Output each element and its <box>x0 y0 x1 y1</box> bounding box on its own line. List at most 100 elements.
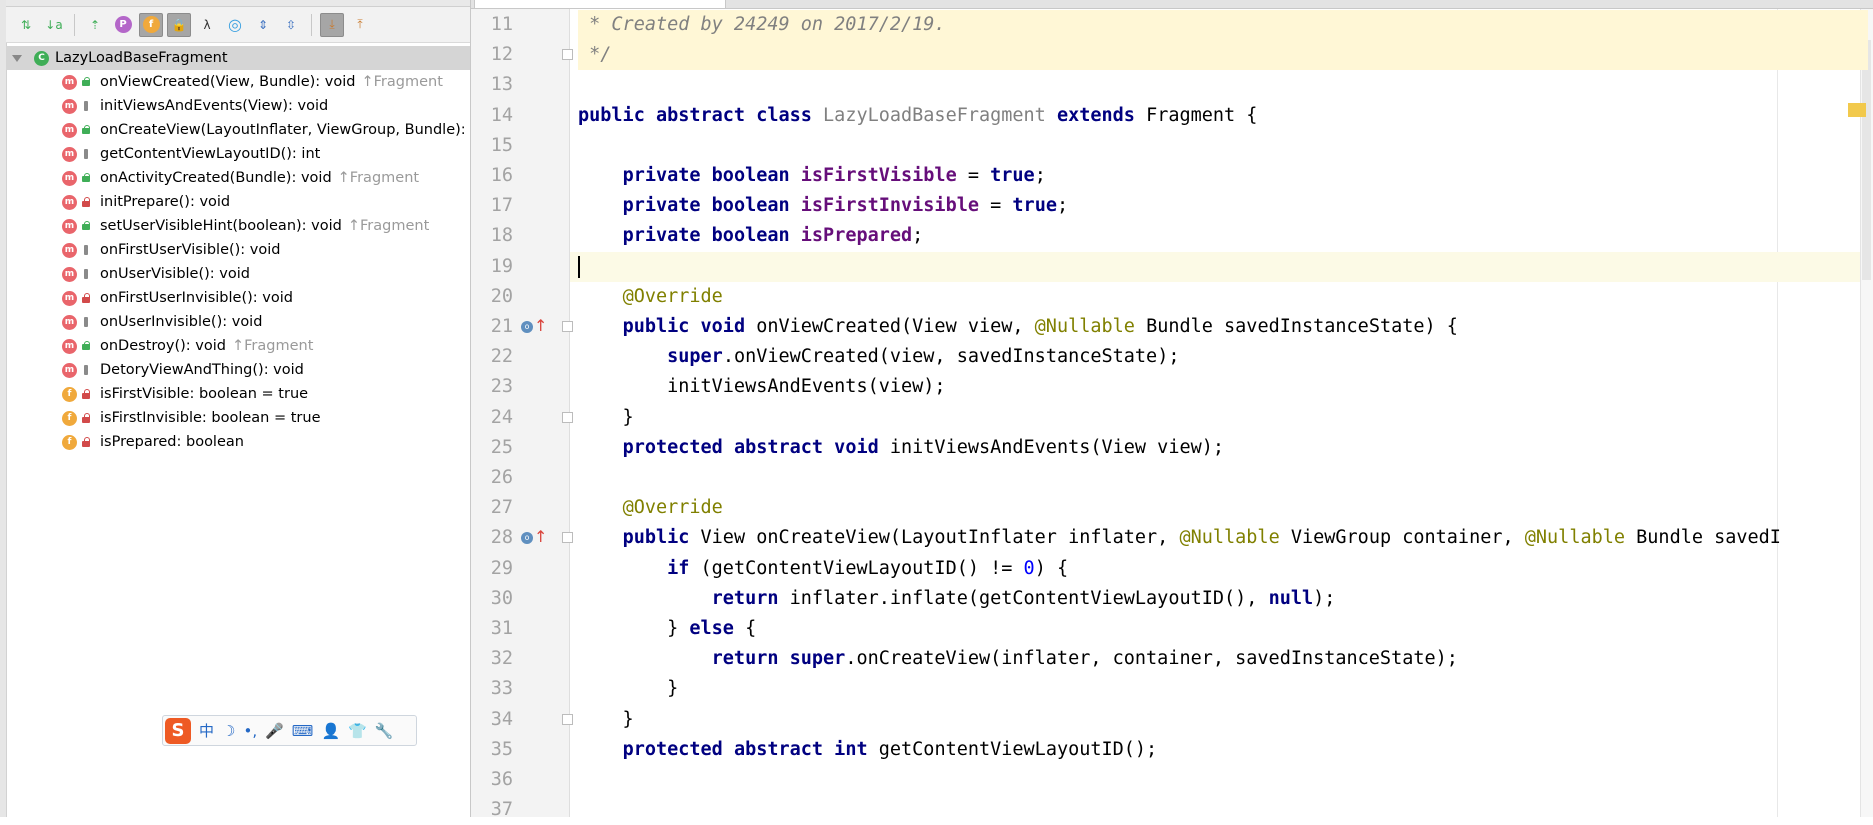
tree-item[interactable]: m onFirstUserVisible(): void <box>62 239 281 261</box>
ime-moon-icon[interactable]: ☽ <box>222 722 235 740</box>
code-line[interactable]: 12 */ <box>471 40 1873 71</box>
ime-punctuation-icon[interactable]: •, <box>243 722 257 740</box>
code-line[interactable]: 16 private boolean isFirstVisible = true… <box>471 161 1873 191</box>
show-properties-button[interactable]: P <box>111 13 135 37</box>
sort-by-visibility-button[interactable]: ⇅ <box>14 13 38 37</box>
tree-item[interactable]: m getContentViewLayoutID(): int <box>62 143 320 165</box>
code-token: = <box>979 195 1013 217</box>
ime-settings-icon[interactable]: 🔧 <box>375 722 394 740</box>
tree-item[interactable]: m setUserVisibleHint(boolean): void ↑Fragm… <box>62 215 429 237</box>
left-tool-strip[interactable] <box>0 0 7 817</box>
code-line[interactable]: 25 protected abstract void initViewsAndE… <box>471 433 1873 463</box>
show-non-public-icon: 🔒 <box>171 17 187 32</box>
method-icon: m <box>62 194 77 210</box>
code-line[interactable]: 35 protected abstract int getContentView… <box>471 735 1873 765</box>
code-line[interactable]: 33 } <box>471 674 1873 704</box>
public-visibility-icon <box>81 173 91 183</box>
ime-user-icon[interactable]: 👤 <box>321 722 340 740</box>
protected-visibility-icon <box>81 269 91 279</box>
code-line[interactable]: 29 if (getContentViewLayoutID() != 0) { <box>471 554 1873 584</box>
sort-alphabetically-button[interactable]: ↓a <box>42 13 66 37</box>
tree-item-super-hint: ↑Fragment <box>231 338 314 354</box>
code-line[interactable]: 15 <box>471 131 1873 161</box>
tree-item[interactable]: m onActivityCreated(Bundle): void ↑Fragmen… <box>62 167 419 189</box>
line-number: 13 <box>490 74 513 96</box>
tree-item[interactable]: m onViewCreated(View, Bundle): void ↑Fragm… <box>62 71 443 93</box>
code-line[interactable]: 30 return inflater.inflate(getContentVie… <box>471 584 1873 614</box>
go-to-super-arrow-icon[interactable]: ↑ <box>534 527 547 547</box>
expand-arrow-icon[interactable] <box>12 54 22 62</box>
fold-marker-icon[interactable] <box>562 713 573 725</box>
tree-item[interactable]: m onDestroy(): void ↑Fragment <box>62 335 313 357</box>
fold-marker-icon[interactable] <box>562 321 573 332</box>
code-text: return inflater.inflate(getContentViewLa… <box>578 584 1336 614</box>
tree-item[interactable]: m DetoryViewAndThing(): void <box>62 359 304 381</box>
code-line[interactable]: 37 <box>471 795 1873 825</box>
code-text: */ <box>578 40 611 70</box>
sogou-logo-icon[interactable]: S <box>165 717 191 744</box>
code-token: private boolean <box>622 165 801 186</box>
code-line[interactable]: 34 } <box>471 705 1873 735</box>
code-line[interactable]: 27 @Override <box>471 493 1873 523</box>
fold-marker-icon[interactable] <box>562 411 573 423</box>
override-marker-icon[interactable]: o <box>521 532 533 545</box>
fold-marker-icon[interactable] <box>562 49 573 61</box>
code-text: initViewsAndEvents(view); <box>578 372 945 402</box>
code-line[interactable]: 14 public abstract class LazyLoadBaseFrag… <box>471 101 1873 131</box>
ime-skin-icon[interactable]: 👕 <box>348 722 367 740</box>
autoscroll-from-source-button[interactable]: ⤒ <box>348 13 372 37</box>
show-inherited-button[interactable]: ⇡ <box>83 13 107 37</box>
code-line[interactable]: 22 super.onViewCreated(view, savedInstan… <box>471 342 1873 372</box>
code-line[interactable]: 23 initViewsAndEvents(view); <box>471 372 1873 402</box>
show-fields-button[interactable]: f <box>139 12 163 37</box>
tree-item[interactable]: f isPrepared: boolean <box>62 431 244 453</box>
tree-item[interactable]: m initPrepare(): void <box>62 191 230 213</box>
code-line[interactable]: 18 private boolean isPrepared; <box>471 221 1873 251</box>
expand-all-button[interactable]: ⇕ <box>251 13 275 37</box>
tree-item[interactable]: m initViewsAndEvents(View): void <box>62 95 328 117</box>
code-line[interactable]: 32 return super.onCreateView(inflater, c… <box>471 644 1873 674</box>
tree-item[interactable]: f isFirstInvisible: boolean = true <box>62 407 321 429</box>
go-to-super-arrow-icon[interactable]: ↑ <box>534 316 547 336</box>
ime-chinese-mode-icon[interactable]: 中 <box>199 720 214 741</box>
tree-item[interactable]: m onUserInvisible(): void <box>62 311 262 333</box>
tree-root-class[interactable]: C LazyLoadBaseFragment <box>6 46 470 70</box>
code-line[interactable]: 31 } else { <box>471 614 1873 644</box>
tree-item[interactable]: f isFirstVisible: boolean = true <box>62 383 308 405</box>
code-line[interactable]: 20 @Override <box>471 282 1873 312</box>
tree-item[interactable]: m onCreateView(LayoutInflater, ViewGroup,… <box>62 119 466 141</box>
code-token: protected abstract void <box>622 436 890 458</box>
code-line[interactable]: 28 o ↑ public View onCreateView(LayoutInfl… <box>471 523 1873 553</box>
code-line[interactable]: 19 <box>471 251 1873 282</box>
ime-toolbar[interactable]: S 中 ☽ •, 🎤 ⌨ 👤 👕 🔧 <box>162 715 417 746</box>
code-line[interactable]: 11 * Created by 24249 on 2017/2/19. <box>471 10 1873 40</box>
code-line[interactable]: 24 } <box>471 403 1873 433</box>
code-text: } <box>578 705 634 735</box>
code-token: else <box>689 618 746 639</box>
collapse-all-button[interactable]: ⇳ <box>279 13 303 37</box>
code-line[interactable]: 13 <box>471 70 1873 100</box>
tree-item-super-hint: ↑Fragment <box>347 218 430 234</box>
show-anonymous-button[interactable]: ◎ <box>223 13 247 37</box>
show-non-public-button[interactable]: 🔒 <box>167 12 191 37</box>
tree-item[interactable]: m onFirstUserInvisible(): void <box>62 287 293 309</box>
ime-keyboard-icon[interactable]: ⌨ <box>292 722 314 740</box>
code-line[interactable]: 36 <box>471 765 1873 795</box>
override-marker-icon[interactable]: o <box>521 321 533 333</box>
code-line[interactable]: 26 <box>471 463 1873 493</box>
show-lambdas-button[interactable]: λ <box>195 13 219 37</box>
code-line[interactable]: 17 private boolean isFirstInvisible = tr… <box>471 191 1873 221</box>
tree-item[interactable]: m onUserVisible(): void <box>62 263 250 285</box>
line-number: 11 <box>490 14 513 35</box>
code-token: = <box>956 165 991 186</box>
tree-item-signature: DetoryViewAndThing(): void <box>100 362 304 378</box>
code-line[interactable]: 21 o ↑ public void onViewCreated(View view… <box>471 312 1873 342</box>
fold-marker-icon[interactable] <box>562 532 573 544</box>
editor-tab-active[interactable] <box>474 0 726 8</box>
line-number: 30 <box>490 587 513 609</box>
autoscroll-to-source-button[interactable]: ⤓ <box>320 12 344 37</box>
ime-mic-icon[interactable]: 🎤 <box>265 722 284 740</box>
